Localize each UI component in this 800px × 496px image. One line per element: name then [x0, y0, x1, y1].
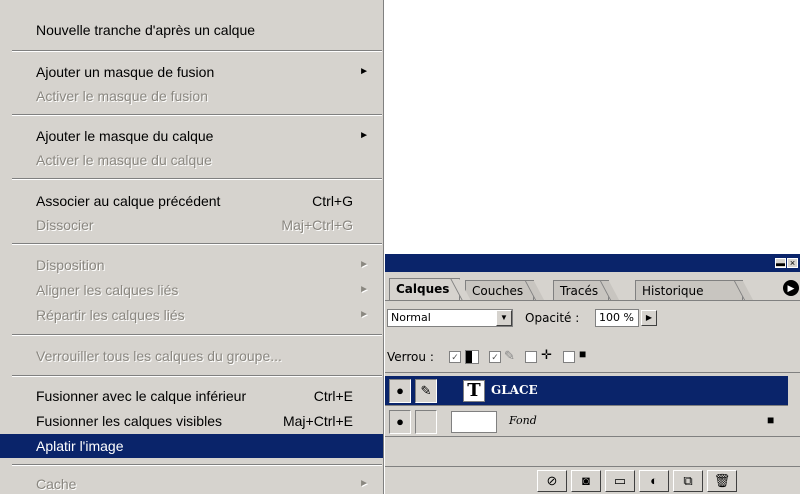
menu-item-label: Activer le masque de fusion: [36, 88, 208, 104]
lock-label: Verrou :: [387, 350, 434, 364]
layer-name[interactable]: GLACE: [491, 383, 538, 397]
eye-icon[interactable]: ●: [389, 379, 411, 403]
menu-item-add-fusion-mask[interactable]: Ajouter un masque de fusion ►: [0, 60, 383, 84]
menu-separator: [12, 178, 382, 180]
menu-item-label: Nouvelle tranche d'après un calque: [36, 22, 256, 38]
submenu-arrow-icon: ►: [359, 130, 369, 141]
tab-calques[interactable]: Calques: [389, 278, 472, 300]
blend-mode-value: Normal: [391, 311, 431, 324]
opacity-value: 100 %: [599, 311, 634, 324]
brush-icon[interactable]: ✎: [415, 379, 437, 403]
transparency-grid-icon: [465, 350, 479, 364]
layer-name[interactable]: Fond: [509, 414, 537, 427]
submenu-arrow-icon: ►: [359, 259, 369, 270]
chevron-down-icon[interactable]: ▼: [496, 310, 512, 326]
blend-mode-select[interactable]: Normal: [387, 309, 513, 327]
eye-icon[interactable]: ●: [389, 410, 411, 434]
lock-icon: ■: [579, 347, 587, 361]
close-icon[interactable]: ×: [787, 258, 798, 268]
tab-label: Tracés: [560, 284, 599, 298]
lock-image-checkbox[interactable]: ✓: [489, 351, 501, 363]
toolbar-divider: [385, 466, 800, 467]
lock-transparency-checkbox[interactable]: ✓: [449, 351, 461, 363]
text-layer-icon: T: [463, 380, 485, 402]
menu-item-distribute-linked: Répartir les calques liés ►: [0, 303, 383, 327]
layer-style-icon[interactable]: ⊘: [537, 470, 567, 492]
opacity-input[interactable]: 100 %: [595, 309, 639, 327]
menu-separator: [12, 375, 382, 377]
menu-item-arrange: Disposition ►: [0, 253, 383, 277]
layer-context-menu: Nouvelle tranche d'après un calque Ajout…: [0, 0, 384, 494]
menu-item-label: Fusionner avec le calque inférieur: [36, 388, 247, 404]
lock-icon: ■: [767, 413, 775, 427]
menu-item-label: Répartir les calques liés: [36, 307, 185, 323]
minimize-icon[interactable]: ▬: [775, 258, 786, 268]
menu-item-label: Fusionner les calques visibles: [36, 413, 222, 429]
menu-item-merge-visible[interactable]: Fusionner les calques visibles Maj+Ctrl+…: [0, 409, 383, 433]
menu-item-align-linked: Aligner les calques liés ►: [0, 278, 383, 302]
menu-item-label: Activer le masque du calque: [36, 152, 212, 168]
menu-item-lock-all-group: Verrouiller tous les calques du groupe..…: [0, 344, 383, 368]
menu-item-label: Disposition: [36, 257, 105, 273]
scrollbar-track[interactable]: [788, 376, 800, 406]
menu-item-activate-layer-mask: Activer le masque du calque: [0, 148, 383, 172]
link-slot[interactable]: [415, 410, 437, 434]
menu-item-ungroup: Dissocier Maj+Ctrl+G: [0, 213, 383, 237]
menu-item-label: Verrouiller tous les calques du groupe..…: [36, 348, 282, 364]
adjustment-layer-icon[interactable]: ◐: [639, 470, 669, 492]
tab-couches[interactable]: Couches: [465, 280, 545, 300]
menu-item-shortcut: Maj+Ctrl+G: [281, 217, 353, 233]
panel-title-bar[interactable]: ▬ ×: [385, 254, 800, 272]
menu-item-label: Aligner les calques liés: [36, 282, 179, 298]
layers-panel: ▬ × Couches Tracés Historique Calques ▶ …: [385, 254, 800, 494]
panel-menu-arrow-icon[interactable]: ▶: [783, 280, 799, 296]
tab-historique[interactable]: Historique: [635, 280, 754, 300]
tab-label: Calques: [396, 282, 450, 296]
layer-row-fond[interactable]: ● Fond ■: [385, 407, 800, 437]
move-icon: ✛: [541, 347, 552, 362]
add-mask-icon[interactable]: ◙: [571, 470, 601, 492]
menu-separator: [12, 243, 382, 245]
menu-item-label: Associer au calque précédent: [36, 193, 221, 209]
menu-item-shortcut: Ctrl+G: [312, 193, 353, 209]
trash-icon[interactable]: 🗑: [707, 470, 737, 492]
menu-item-shortcut: Maj+Ctrl+E: [282, 413, 353, 429]
menu-item-add-layer-mask[interactable]: Ajouter le masque du calque ►: [0, 124, 383, 148]
tab-divider: [385, 300, 800, 301]
menu-item-shortcut: Ctrl+E: [313, 388, 353, 404]
menu-item-cache: Cache ►: [0, 472, 383, 496]
tab-label: Historique: [642, 284, 704, 298]
submenu-arrow-icon: ►: [359, 309, 369, 320]
menu-item-label: Dissocier: [36, 217, 94, 233]
menu-item-label: Aplatir l'image: [36, 438, 124, 454]
tab-traces[interactable]: Tracés: [553, 280, 620, 300]
menu-item-activate-fusion-mask: Activer le masque de fusion: [0, 84, 383, 108]
tab-label: Couches: [472, 284, 524, 298]
menu-item-new-slice-from-layer[interactable]: Nouvelle tranche d'après un calque: [0, 18, 383, 42]
submenu-arrow-icon: ►: [359, 478, 369, 489]
menu-item-flatten-image[interactable]: Aplatir l'image: [0, 434, 383, 458]
lock-all-checkbox[interactable]: [563, 351, 575, 363]
menu-item-merge-down[interactable]: Fusionner avec le calque inférieur Ctrl+…: [0, 384, 383, 408]
lock-position-checkbox[interactable]: [525, 351, 537, 363]
menu-separator: [12, 334, 382, 336]
new-set-icon[interactable]: ▭: [605, 470, 635, 492]
menu-item-group-with-previous[interactable]: Associer au calque précédent Ctrl+G: [0, 189, 383, 213]
layers-list-top-border: [385, 372, 800, 373]
submenu-arrow-icon: ►: [359, 66, 369, 77]
opacity-slider-arrow-icon[interactable]: ▶: [641, 310, 657, 326]
opacity-label: Opacité :: [525, 311, 580, 325]
menu-separator: [12, 114, 382, 116]
layer-row-glace[interactable]: ● ✎ T GLACE: [385, 376, 800, 406]
menu-item-label: Ajouter le masque du calque: [36, 128, 214, 144]
menu-separator: [12, 464, 382, 466]
menu-item-label: Cache: [36, 476, 77, 492]
new-layer-icon[interactable]: ⧉: [673, 470, 703, 492]
layer-thumbnail: [451, 411, 497, 433]
menu-item-label: Ajouter un masque de fusion: [36, 64, 215, 80]
brush-icon: ✎: [504, 348, 515, 363]
menu-separator: [12, 50, 382, 52]
submenu-arrow-icon: ►: [359, 284, 369, 295]
